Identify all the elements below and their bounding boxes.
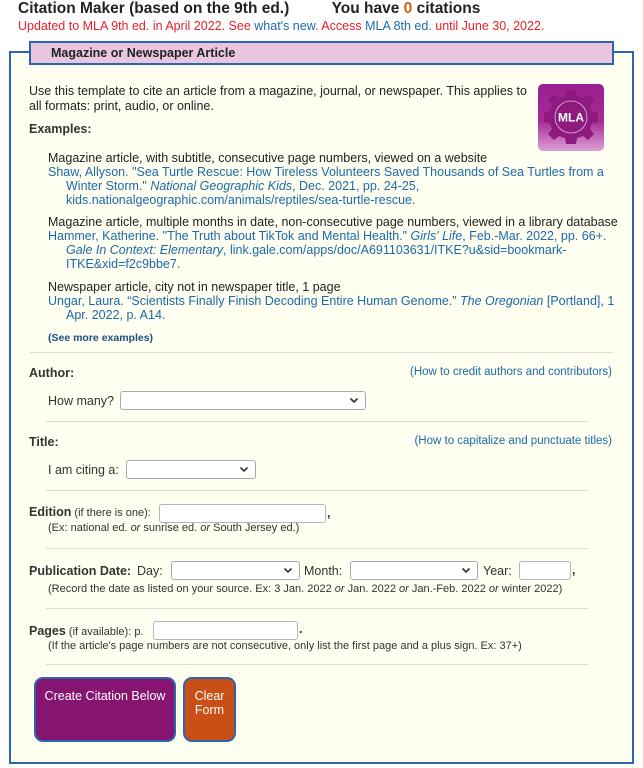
panel-header-tab: Magazine or Newspaper Article — [29, 41, 614, 65]
update-text-1: Updated to MLA 9th ed. in April 2022. Se… — [18, 19, 255, 33]
hint-or: or — [130, 522, 141, 534]
pages-period: . — [299, 622, 303, 636]
hint-text: winter 2022) — [498, 583, 563, 595]
edition-label-text: Edition — [29, 505, 72, 519]
day-label: Day: — [137, 564, 163, 578]
count-suffix: citations — [412, 0, 481, 17]
year-label: Year: — [483, 564, 512, 578]
logo-text: MLA — [558, 111, 584, 125]
author-label: Author: — [29, 366, 75, 380]
divider — [46, 548, 588, 549]
example-citation: Hammer, Katherine. "The Truth about TikT… — [48, 229, 618, 271]
see-more-examples-link[interactable]: (See more examples) — [48, 332, 153, 344]
chevron-down-icon — [349, 397, 359, 404]
pub-date-label-text: Publication Date: — [29, 564, 132, 578]
edition-label: Edition (if there is one): — [29, 505, 151, 519]
clear-form-button[interactable]: Clear Form — [183, 677, 236, 742]
year-input[interactable] — [519, 561, 571, 580]
year-comma: , — [572, 563, 576, 577]
create-citation-button[interactable]: Create Citation Below — [34, 677, 176, 742]
pages-label-text: Pages — [29, 624, 66, 638]
citing-label: I am citing a: — [48, 463, 119, 477]
panel-title: Magazine or Newspaper Article — [51, 46, 236, 60]
how-many-label: How many? — [48, 394, 114, 408]
pages-input[interactable] — [153, 621, 298, 640]
frame-border — [612, 51, 634, 53]
pub-date-hint: (Record the date as listed on your sourc… — [48, 583, 562, 595]
example-citation: Ungar, Laura. “Scientists Finally Finish… — [48, 294, 618, 322]
divider — [46, 490, 588, 491]
hint-or: or — [399, 583, 409, 595]
example-item: Magazine article, multiple months in dat… — [48, 215, 618, 271]
pages-note: (if available): p. — [65, 626, 144, 638]
chevron-down-icon — [239, 466, 249, 473]
clear-button-label: Clear — [194, 689, 225, 703]
update-text-2: . Access — [315, 19, 366, 33]
title-text: Citation Maker (based on the 9th ed.) — [18, 0, 290, 17]
hint-or: or — [488, 583, 499, 595]
pub-date-label: Publication Date: — [29, 564, 131, 578]
example-description: Newspaper article, city not in newspaper… — [48, 280, 341, 294]
update-text-3: until June 30, 2022. — [431, 19, 545, 33]
pages-hint: (If the article's page numbers are not c… — [48, 640, 522, 652]
citing-type-select[interactable] — [126, 460, 256, 479]
citation-count: You have 0 citations — [332, 0, 481, 17]
hint-text: (Record the date as listed on your sourc… — [48, 583, 335, 595]
cite-text: Hammer, Katherine. "The Truth about TikT… — [48, 229, 411, 243]
intro-text: Use this template to cite an article fro… — [29, 84, 527, 113]
mla-logo: MLA — [538, 84, 604, 151]
example-item: Newspaper article, city not in newspaper… — [48, 280, 618, 322]
hint-text: South Jersey ed.) — [210, 522, 300, 534]
count-value[interactable]: 0 — [404, 0, 413, 17]
cite-text: Ungar, Laura. “Scientists Finally Finish… — [48, 294, 460, 308]
hint-or: or — [200, 522, 211, 534]
count-prefix: You have — [331, 0, 404, 17]
create-button-label: Create Citation Below — [44, 689, 166, 703]
gear-icon: MLA — [544, 90, 598, 144]
month-select[interactable] — [350, 561, 478, 580]
edition-comma: , — [327, 506, 331, 520]
divider — [46, 608, 588, 609]
example-description: Magazine article, multiple months in dat… — [48, 215, 618, 229]
title-help-link[interactable]: (How to capitalize and punctuate titles) — [414, 435, 612, 447]
hint-text: Jan.-Feb. 2022 — [408, 583, 489, 595]
example-citation: Shaw, Allyson. "Sea Turtle Rescue: How T… — [48, 165, 618, 207]
clear-button-label: Form — [194, 703, 225, 717]
cite-container-title: Girls' Life — [410, 229, 463, 243]
edition-note: (if there is one): — [71, 507, 151, 519]
author-help-link[interactable]: (How to credit authors and contributors) — [410, 366, 612, 378]
examples-heading: Examples: — [29, 122, 92, 136]
chevron-down-icon — [461, 567, 471, 574]
title-label: Title: — [29, 435, 59, 449]
month-label: Month: — [304, 564, 343, 578]
hint-text: sunrise ed. — [140, 522, 201, 534]
divider — [46, 664, 588, 665]
mla8-link[interactable]: MLA 8th ed. — [365, 19, 432, 33]
day-select[interactable] — [171, 561, 300, 580]
edition-input[interactable] — [159, 504, 326, 523]
example-item: Magazine article, with subtitle, consecu… — [48, 151, 618, 207]
cite-container-title: The Oregonian — [460, 294, 544, 308]
page-title: Citation Maker (based on the 9th ed.) Yo… — [18, 0, 480, 18]
pages-label: Pages (if available): p. — [29, 624, 144, 638]
edition-hint: (Ex: national ed. or sunrise ed. or Sout… — [48, 522, 299, 534]
whats-new-link[interactable]: what's new — [254, 19, 315, 33]
update-notice: Updated to MLA 9th ed. in April 2022. Se… — [18, 19, 544, 33]
cite-text: , Feb.-Mar. 2022, pp. 66+. — [462, 229, 607, 243]
chevron-down-icon — [283, 567, 293, 574]
author-count-select[interactable] — [120, 391, 366, 410]
cite-container-title: National Geographic Kids — [150, 179, 293, 193]
cite-database-title: Gale In Context: Elementary — [66, 243, 224, 257]
example-description: Magazine article, with subtitle, consecu… — [48, 151, 488, 165]
hint-or: or — [334, 583, 345, 595]
hint-text: (Ex: national ed. — [48, 522, 131, 534]
hint-text: Jan. 2022 — [344, 583, 399, 595]
divider — [46, 421, 588, 422]
divider — [30, 352, 613, 353]
